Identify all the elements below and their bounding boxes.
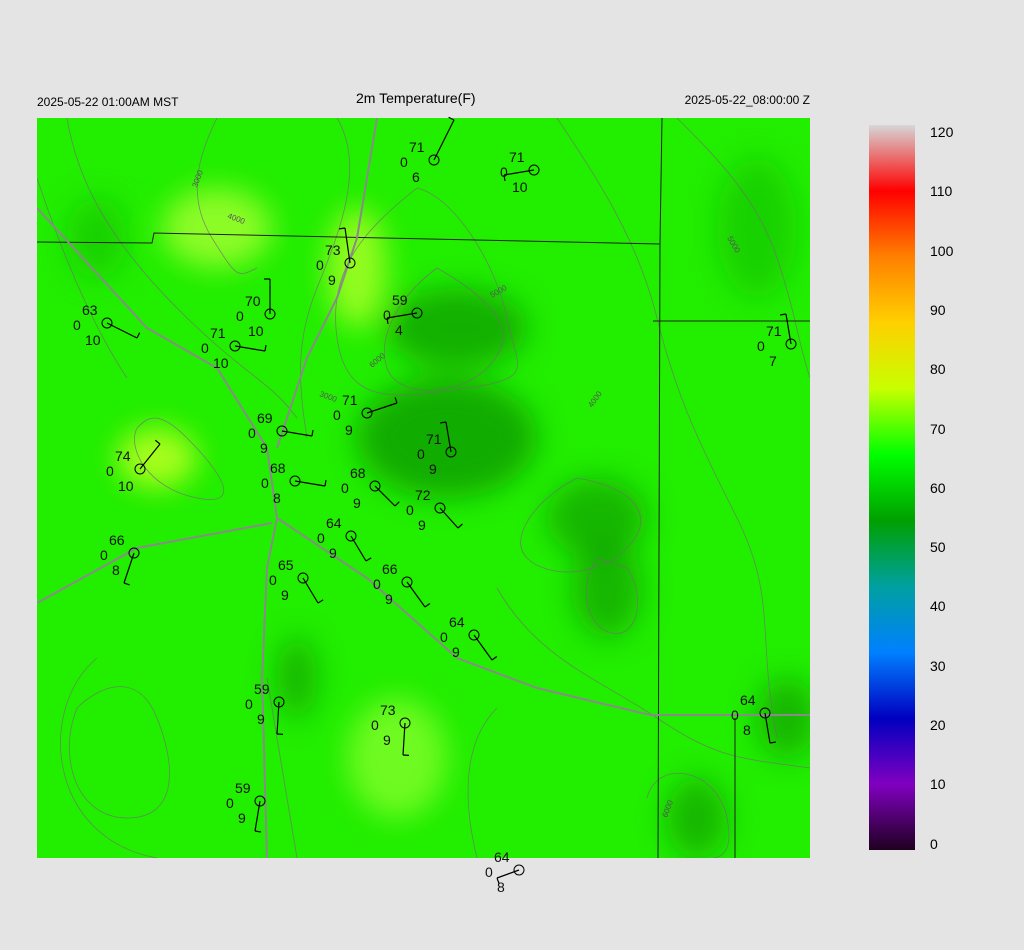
- station-dewpoint: 8: [273, 490, 281, 506]
- colorbar-tick-label: 100: [930, 242, 954, 259]
- station-dewpoint: 9: [385, 591, 393, 607]
- station-temperature: 71: [766, 323, 782, 339]
- station-dewpoint: 9: [260, 440, 268, 456]
- station-value: 0: [106, 463, 114, 479]
- station-dewpoint: 9: [383, 732, 391, 748]
- station-dewpoint: 9: [257, 711, 265, 727]
- station-temperature: 65: [278, 557, 294, 573]
- temperature-colorbar: [869, 125, 915, 850]
- station-temperature: 59: [235, 780, 251, 796]
- station-value: 0: [100, 547, 108, 563]
- station-value: 0: [316, 257, 324, 273]
- station-temperature: 71: [342, 392, 358, 408]
- station-temperature: 70: [245, 293, 261, 309]
- station-value: 0: [373, 576, 381, 592]
- station-value: 0: [440, 629, 448, 645]
- map-title: 2m Temperature(F): [356, 90, 476, 106]
- colorbar-tick-label: 0: [930, 835, 938, 852]
- station-value: 0: [226, 795, 234, 811]
- wind-barb-flag: [338, 227, 346, 230]
- station-temperature: 59: [254, 681, 270, 697]
- colorbar-tick-label: 120: [930, 124, 954, 140]
- station-value: 0: [261, 475, 269, 491]
- station-temperature: 64: [449, 614, 465, 630]
- station-dewpoint: 9: [429, 461, 437, 477]
- station-temperature: 71: [426, 431, 442, 447]
- station-dewpoint: 7: [769, 353, 777, 369]
- station-dewpoint: 8: [497, 879, 505, 895]
- station-temperature: 66: [109, 532, 125, 548]
- station-temperature: 72: [415, 487, 431, 503]
- station-temperature: 64: [494, 849, 510, 865]
- station-temperature: 71: [509, 149, 525, 165]
- station-value: 0: [400, 154, 408, 170]
- station-dewpoint: 9: [238, 810, 246, 826]
- station-temperature: 71: [210, 325, 226, 341]
- station-temperature: 63: [82, 302, 98, 318]
- station-dewpoint: 9: [418, 517, 426, 533]
- station-value: 0: [371, 717, 379, 733]
- station-value: 0: [73, 317, 81, 333]
- colorbar-tick-label: 80: [930, 361, 946, 378]
- station-temperature: 64: [326, 515, 342, 531]
- station-temperature: 69: [257, 410, 273, 426]
- valid-time-local: 2025-05-22 01:00AM MST: [37, 95, 179, 109]
- station-temperature: 74: [115, 448, 131, 464]
- colorbar-tick-label: 90: [930, 301, 946, 318]
- station-dewpoint: 9: [345, 422, 353, 438]
- station-value: 0: [333, 407, 341, 423]
- station-temperature: 73: [325, 242, 341, 258]
- colorbar-tick-label: 60: [930, 479, 946, 496]
- station-dewpoint: 10: [248, 323, 264, 339]
- station-temperature: 66: [382, 561, 398, 577]
- colorbar-tick-label: 30: [930, 657, 946, 674]
- station-dewpoint: 6: [412, 169, 420, 185]
- station-temperature: 64: [740, 692, 756, 708]
- station-value: 0: [383, 307, 391, 323]
- colorbar-tick-label: 50: [930, 539, 946, 556]
- station-value: 0: [248, 425, 256, 441]
- station-temperature: 68: [350, 465, 366, 481]
- station-value: 0: [757, 338, 765, 354]
- station-temperature: 68: [270, 460, 286, 476]
- station-value: 0: [245, 696, 253, 712]
- station-dewpoint: 9: [281, 587, 289, 603]
- temperature-map[interactable]: 3000 4000 5000 6000 3000 4000 5000 6000: [37, 116, 810, 895]
- station-value: 0: [417, 446, 425, 462]
- station-dewpoint: 10: [512, 179, 528, 195]
- station-dewpoint: 9: [452, 644, 460, 660]
- valid-time-utc: 2025-05-22_08:00:00 Z: [684, 93, 810, 107]
- station-temperature: 71: [409, 139, 425, 155]
- station-dewpoint: 10: [118, 478, 134, 494]
- colorbar-tick-label: 70: [930, 420, 946, 437]
- station-value: 0: [485, 864, 493, 880]
- station-dewpoint: 9: [328, 272, 336, 288]
- station-dewpoint: 8: [743, 722, 751, 738]
- station-temperature: 73: [380, 702, 396, 718]
- station-dewpoint: 9: [329, 545, 337, 561]
- station-value: 0: [236, 308, 244, 324]
- station-value: 0: [500, 164, 508, 180]
- colorbar-tick-label: 40: [930, 598, 946, 615]
- colorbar-tick-label: 20: [930, 717, 946, 733]
- station-value: 0: [317, 530, 325, 546]
- station-value: 0: [341, 480, 349, 496]
- station-value: 0: [269, 572, 277, 588]
- station-dewpoint: 4: [395, 322, 403, 338]
- station-dewpoint: 9: [353, 495, 361, 511]
- station-dewpoint: 8: [112, 562, 120, 578]
- colorbar-tick-label: 10: [930, 776, 946, 793]
- colorbar-tick-label: 110: [930, 183, 953, 200]
- station-value: 0: [201, 340, 209, 356]
- map-canvas: 3000 4000 5000 6000 3000 4000 5000 6000: [37, 116, 810, 895]
- station-dewpoint: 10: [85, 332, 101, 348]
- station-value: 0: [731, 707, 739, 723]
- station-dewpoint: 10: [213, 355, 229, 371]
- station-value: 0: [406, 502, 414, 518]
- station-temperature: 59: [392, 292, 408, 308]
